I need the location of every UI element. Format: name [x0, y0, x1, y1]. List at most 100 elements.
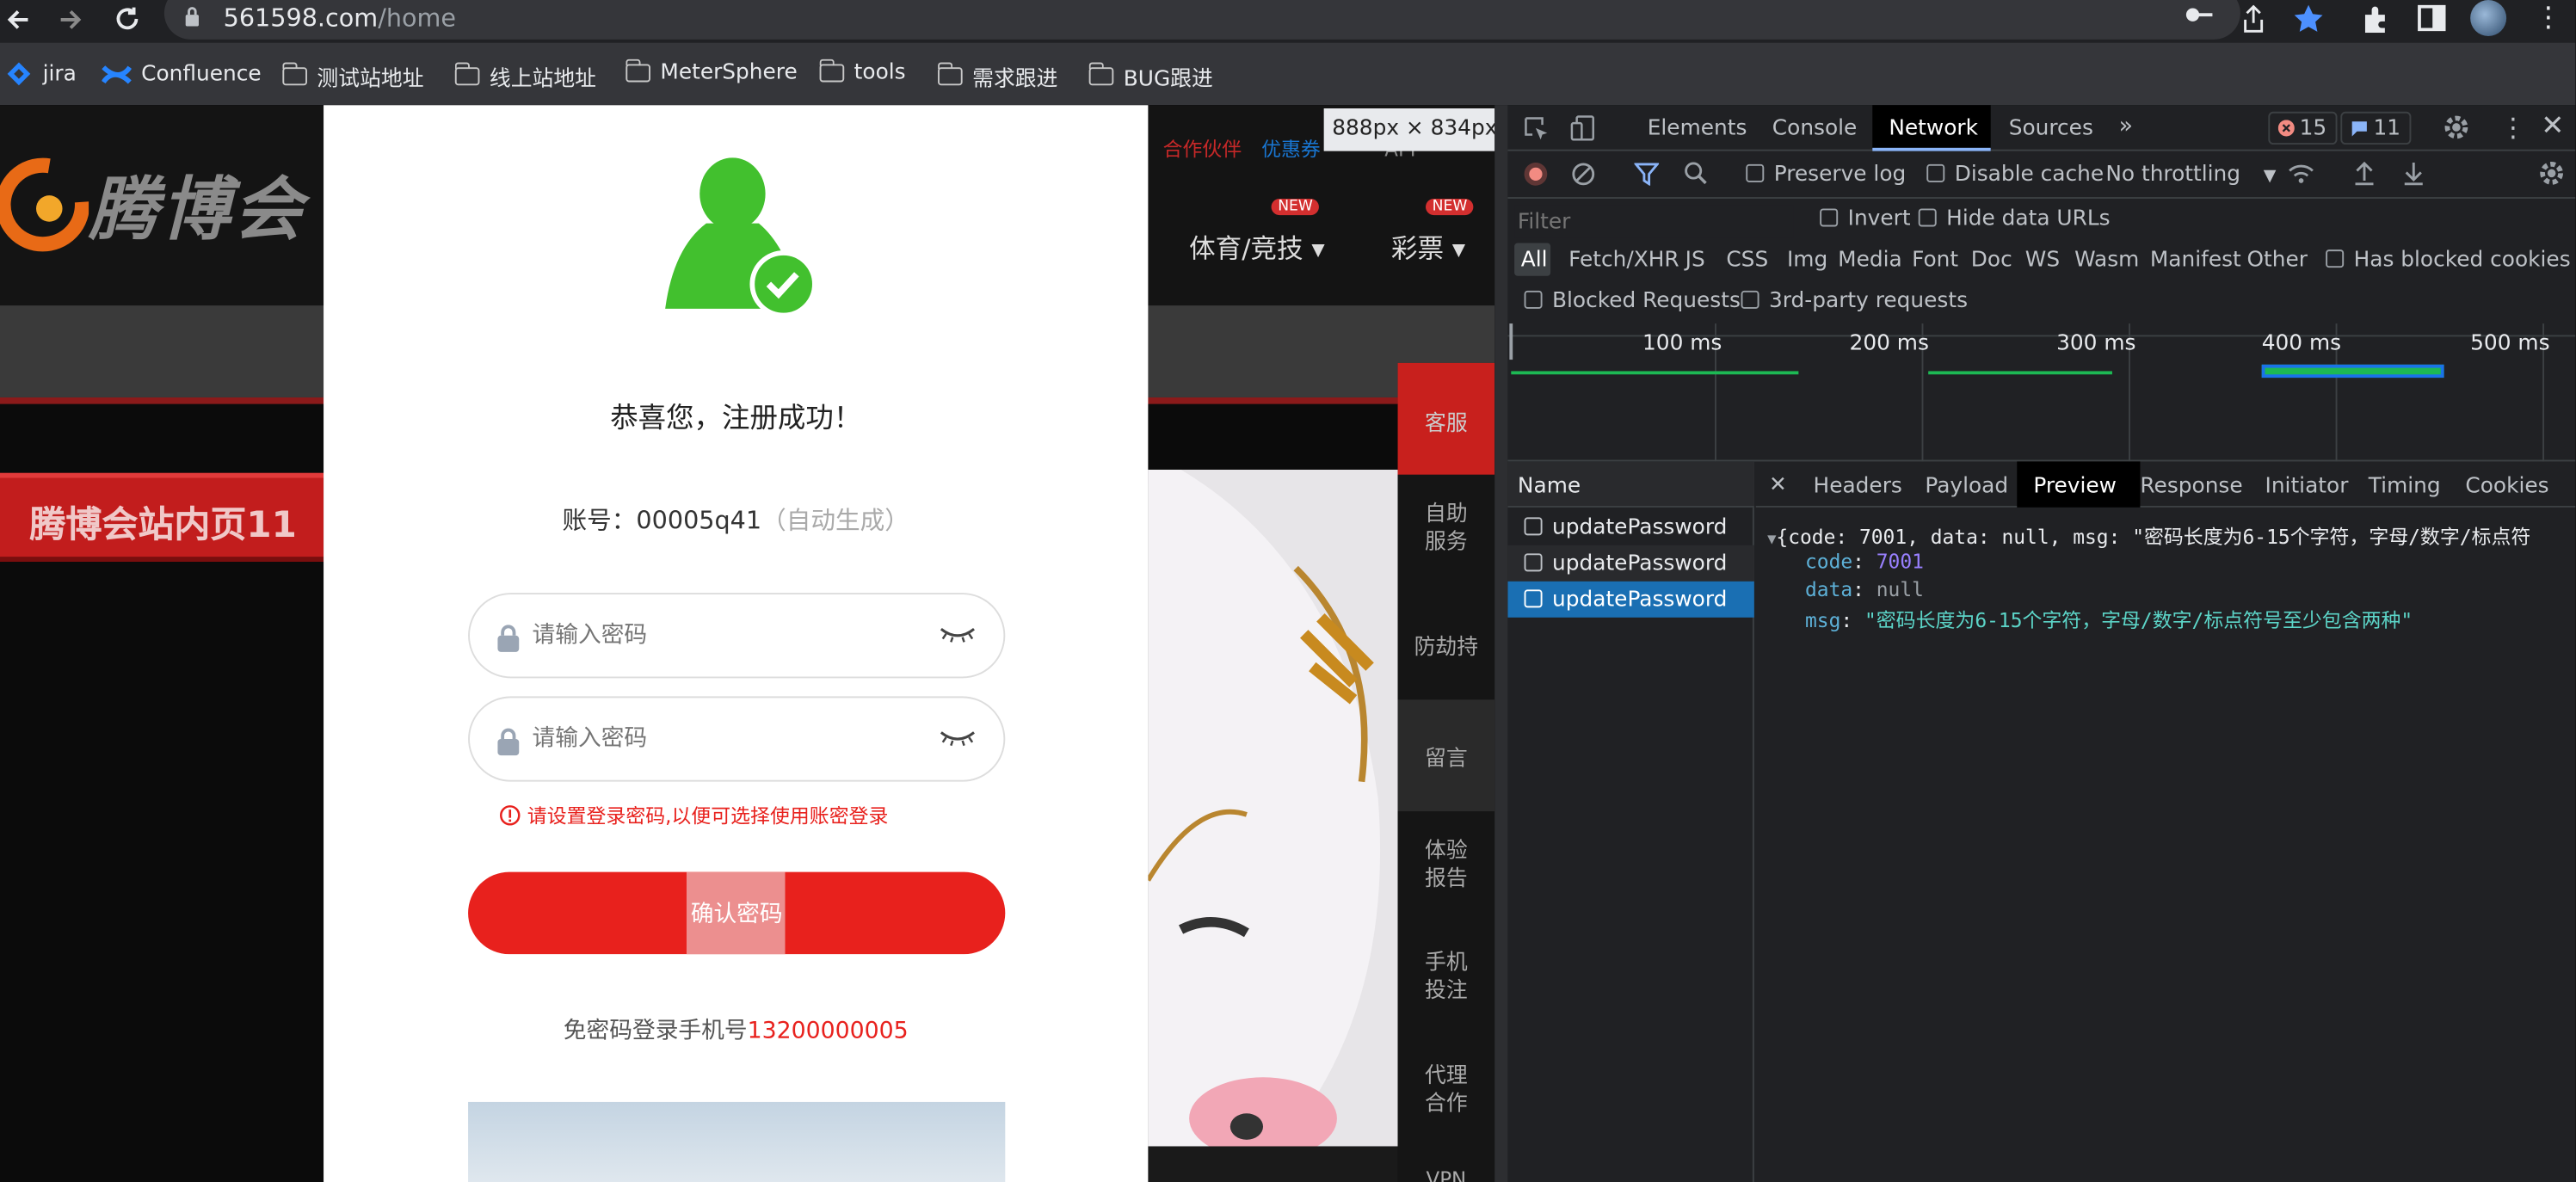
checkbox[interactable] [1524, 290, 1543, 309]
close-devtools-icon[interactable]: ✕ [2541, 110, 2564, 143]
side-menu-vpn[interactable]: VPN [1398, 1167, 1495, 1182]
tab-preview[interactable]: Preview [2033, 475, 2117, 500]
request-row[interactable]: updatePassword [1507, 545, 1754, 582]
tab-console[interactable]: Console [1772, 117, 1858, 142]
type-filter-wasm[interactable]: Wasm [2074, 248, 2139, 273]
throttling-select[interactable]: No throttling ▼ [2105, 163, 2276, 188]
tab-initiator[interactable]: Initiator [2265, 475, 2349, 500]
tab-network[interactable]: Network [1889, 117, 1978, 142]
record-icon[interactable] [1524, 162, 1548, 186]
inspect-element-icon[interactable] [1525, 117, 1550, 142]
bookmark-confluence[interactable]: Confluence [102, 61, 262, 89]
side-menu-agent[interactable]: 代理 合作 [1398, 1062, 1495, 1118]
eye-closed-icon[interactable] [940, 728, 976, 748]
eye-closed-icon[interactable] [940, 624, 976, 643]
clear-icon[interactable] [1572, 163, 1595, 186]
disable-cache-checkbox[interactable]: Disable cache [1926, 163, 2104, 188]
inner-page-banner[interactable]: 腾博会站内页11 [0, 472, 324, 562]
bookmark-jira[interactable]: jira [5, 61, 77, 89]
request-row-selected[interactable]: updatePassword [1507, 581, 1754, 618]
bookmark-folder-bugs[interactable]: BUG跟进 [1088, 61, 1213, 92]
request-row[interactable]: updatePassword [1507, 509, 1753, 545]
bookmark-folder-metersphere[interactable]: MeterSphere [625, 58, 798, 85]
forward-icon[interactable] [58, 7, 84, 34]
timeline-overview[interactable]: 100 ms 200 ms 300 ms 400 ms 500 ms [1507, 323, 2576, 462]
has-blocked-cookies-checkbox[interactable]: Has blocked cookies [2326, 248, 2571, 273]
checkbox[interactable] [2326, 249, 2345, 268]
coupon-link[interactable]: 优惠券 [1261, 135, 1321, 163]
invert-checkbox[interactable]: Invert [1820, 207, 1911, 231]
type-filter-font[interactable]: Font [1912, 248, 1958, 273]
confirm-password-button[interactable]: 确认密码 [468, 871, 1006, 955]
search-icon[interactable] [1684, 161, 1709, 186]
close-detail-icon[interactable]: ✕ [1769, 473, 1787, 498]
network-conditions-icon[interactable] [2288, 163, 2315, 186]
type-filter-other[interactable]: Other [2247, 248, 2308, 273]
tab-timing[interactable]: Timing [2369, 475, 2441, 500]
preview-summary-row[interactable]: ▼{code: 7001, data: null, msg: "密码长度为6-1… [1767, 522, 2530, 550]
side-menu-experience-report[interactable]: 体验 报告 [1398, 838, 1495, 894]
more-tabs-icon[interactable]: » [2119, 114, 2133, 140]
filter-icon[interactable] [1634, 163, 1660, 186]
blocked-requests-checkbox[interactable]: Blocked Requests [1524, 289, 1741, 314]
side-menu-self-service[interactable]: 自助 服务 [1398, 501, 1495, 557]
third-party-checkbox[interactable]: 3rd-party requests [1741, 289, 1968, 314]
phone-link[interactable]: 13200000005 [748, 1019, 909, 1045]
error-counter[interactable]: 15 [2268, 111, 2337, 145]
confirm-password-field[interactable] [468, 696, 1006, 782]
nav-lottery[interactable]: 彩票 ▾ [1391, 226, 1465, 266]
tab-cookies[interactable]: Cookies [2465, 475, 2548, 500]
filter-input[interactable] [1514, 205, 1794, 238]
checkbox[interactable] [1741, 290, 1759, 309]
key-icon[interactable] [2185, 7, 2214, 23]
side-panel-icon[interactable] [2418, 4, 2446, 32]
preserve-log-checkbox[interactable]: Preserve log [1746, 163, 1906, 188]
side-menu-message[interactable]: 留言 [1398, 741, 1495, 773]
type-filter-css[interactable]: CSS [1726, 248, 1768, 273]
type-filter-fetch-xhr[interactable]: Fetch/XHR [1568, 248, 1679, 273]
bookmark-folder-requirements[interactable]: 需求跟进 [937, 61, 1057, 92]
side-menu-customer-service-label[interactable]: 客服 [1398, 406, 1495, 437]
checkbox[interactable] [1918, 208, 1937, 227]
partner-link[interactable]: 合作伙伴 [1163, 135, 1242, 163]
column-header-name[interactable]: Name [1518, 475, 1581, 500]
share-icon[interactable] [2242, 4, 2265, 33]
menu-dots-icon[interactable]: ⋮ [2535, 2, 2562, 34]
export-har-icon[interactable] [2403, 161, 2425, 186]
type-filter-img[interactable]: Img [1787, 248, 1827, 273]
confirm-password-input[interactable] [528, 721, 907, 758]
checkbox[interactable] [1746, 163, 1765, 182]
tab-elements[interactable]: Elements [1648, 117, 1747, 142]
checkbox[interactable] [1820, 208, 1839, 227]
settings-gear-icon[interactable] [2443, 114, 2470, 141]
address-bar[interactable]: 561598.com/home [163, 0, 2240, 40]
devtools-menu-icon[interactable]: ⋮ [2499, 112, 2526, 143]
type-filter-media[interactable]: Media [1838, 248, 1902, 273]
type-filter-all[interactable]: All [1521, 248, 1548, 273]
side-menu-mobile-betting[interactable]: 手机 投注 [1398, 949, 1495, 1005]
tab-payload[interactable]: Payload [1925, 475, 2008, 500]
type-filter-manifest[interactable]: Manifest [2150, 248, 2241, 273]
side-menu-anti-hijack[interactable]: 防劫持 [1398, 629, 1495, 661]
type-filter-js[interactable]: JS [1685, 248, 1705, 273]
network-settings-gear-icon[interactable] [2537, 159, 2565, 187]
checkbox[interactable] [1926, 163, 1945, 182]
message-counter[interactable]: 11 [2340, 111, 2411, 145]
password-input[interactable] [528, 617, 907, 654]
password-field[interactable] [468, 593, 1006, 679]
tab-response[interactable]: Response [2140, 475, 2242, 500]
profile-avatar[interactable] [2470, 0, 2507, 36]
back-icon[interactable] [5, 7, 32, 34]
tab-headers[interactable]: Headers [1814, 475, 1902, 500]
site-logo[interactable]: 腾博会 [0, 154, 305, 254]
bookmark-star-icon[interactable] [2293, 3, 2324, 33]
type-filter-ws[interactable]: WS [2025, 248, 2060, 273]
devtools-splitter[interactable] [1494, 105, 1508, 1182]
device-toolbar-icon[interactable] [1570, 115, 1595, 142]
bookmark-folder-test-site[interactable]: 测试站地址 [281, 61, 424, 92]
type-filter-doc[interactable]: Doc [1971, 248, 2012, 273]
extensions-icon[interactable] [2362, 5, 2389, 34]
hide-data-urls-checkbox[interactable]: Hide data URLs [1918, 207, 2111, 231]
bookmark-folder-live-site[interactable]: 线上站地址 [453, 61, 596, 92]
import-har-icon[interactable] [2354, 161, 2376, 186]
